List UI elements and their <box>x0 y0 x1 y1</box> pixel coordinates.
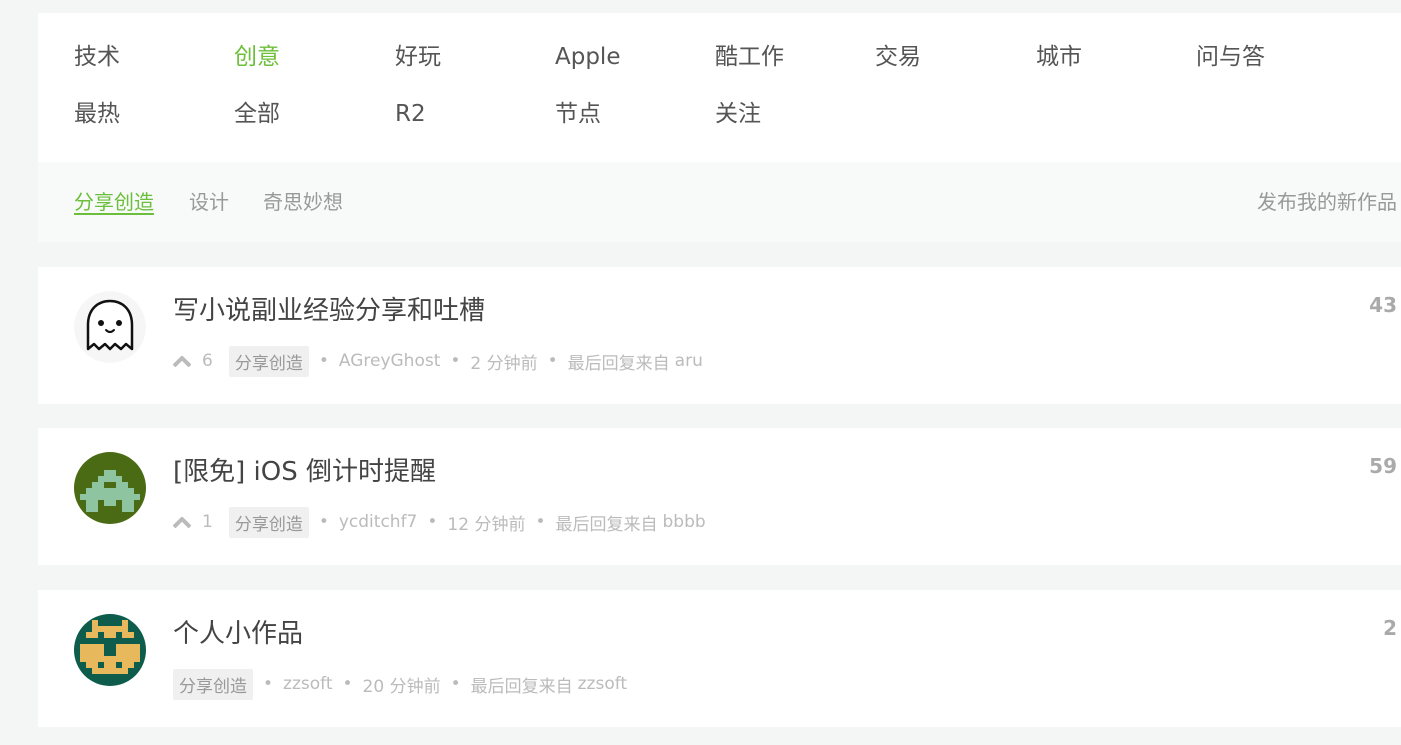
topic-item: 个人小作品 分享创造 • zzsoft • 20 分钟前 • 最后回复来自 zz… <box>38 590 1401 727</box>
pixel-invader-avatar-icon[interactable] <box>74 614 146 686</box>
last-reply-label: 最后回复来自 <box>555 514 658 535</box>
tab-nodes[interactable]: 节点 <box>555 98 601 130</box>
tab-qna[interactable]: 问与答 <box>1196 41 1265 73</box>
topic-title[interactable]: [限免] iOS 倒计时提醒 <box>173 454 436 490</box>
sub-nav: 分享创造 设计 奇思妙想 发布我的新作品 <box>38 162 1401 242</box>
post-time: 12 分钟前 <box>447 514 526 535</box>
topic-meta: 分享创造 • zzsoft • 20 分钟前 • 最后回复来自 zzsoft <box>173 668 627 700</box>
author-link[interactable]: zzsoft <box>283 674 332 694</box>
separator-dot: • <box>547 351 558 371</box>
separator-dot: • <box>318 512 329 532</box>
separator-dot: • <box>318 351 329 371</box>
subnav-item-share-create[interactable]: 分享创造 <box>74 188 154 216</box>
tab-jobs[interactable]: 酷工作 <box>715 41 784 73</box>
post-time: 20 分钟前 <box>362 676 441 697</box>
topic-item: [限免] iOS 倒计时提醒 1 分享创造 • ycditchf7 • 12 分… <box>38 428 1401 565</box>
separator-dot: • <box>263 674 274 694</box>
tab-creative[interactable]: 创意 <box>234 41 280 73</box>
tab-r2[interactable]: R2 <box>395 98 426 130</box>
subnav-item-ideas[interactable]: 奇思妙想 <box>263 188 343 216</box>
author-link[interactable]: AGreyGhost <box>339 351 441 371</box>
post-time: 2 分钟前 <box>470 353 538 374</box>
topic-meta: 1 分享创造 • ycditchf7 • 12 分钟前 • 最后回复来自 bbb… <box>173 506 706 538</box>
pixel-invader-avatar-icon[interactable] <box>74 452 146 524</box>
upvote-icon <box>173 517 191 528</box>
category-nav: 技术 创意 好玩 Apple 酷工作 交易 城市 问与答 最热 全部 R2 节点… <box>38 13 1401 242</box>
last-reply-label: 最后回复来自 <box>567 353 670 374</box>
upvote-icon <box>173 356 191 367</box>
last-reply-user-link[interactable]: zzsoft <box>578 674 627 694</box>
last-reply-user-link[interactable]: bbbb <box>662 512 705 532</box>
topic-title[interactable]: 个人小作品 <box>173 616 303 652</box>
last-reply-label: 最后回复来自 <box>470 676 573 697</box>
publish-new-work-link[interactable]: 发布我的新作品 <box>1257 188 1397 216</box>
separator-dot: • <box>450 674 461 694</box>
separator-dot: • <box>427 512 438 532</box>
topic-meta: 6 分享创造 • AGreyGhost • 2 分钟前 • 最后回复来自 aru <box>173 345 703 377</box>
node-badge[interactable]: 分享创造 <box>228 345 309 377</box>
reply-count[interactable]: 2 <box>1383 616 1397 640</box>
ghost-avatar-icon[interactable] <box>74 291 146 363</box>
tab-following[interactable]: 关注 <box>715 98 761 130</box>
upvote-control[interactable]: 6 <box>173 351 213 371</box>
subnav-item-design[interactable]: 设计 <box>189 188 229 216</box>
topic-item: 写小说副业经验分享和吐槽 6 分享创造 • AGreyGhost • 2 分钟前… <box>38 267 1401 404</box>
tab-tech[interactable]: 技术 <box>74 41 120 73</box>
separator-dot: • <box>535 512 546 532</box>
tab-all[interactable]: 全部 <box>234 98 280 130</box>
tab-hot[interactable]: 最热 <box>74 98 120 130</box>
tab-play[interactable]: 好玩 <box>395 41 441 73</box>
upvote-control[interactable]: 1 <box>173 512 213 532</box>
last-reply-user-link[interactable]: aru <box>675 351 703 371</box>
tab-deals[interactable]: 交易 <box>875 41 921 73</box>
tab-city[interactable]: 城市 <box>1036 41 1082 73</box>
node-badge[interactable]: 分享创造 <box>173 668 253 700</box>
separator-dot: • <box>450 351 461 371</box>
node-badge[interactable]: 分享创造 <box>228 506 309 538</box>
reply-count[interactable]: 43 <box>1369 293 1397 317</box>
author-link[interactable]: ycditchf7 <box>339 512 418 532</box>
reply-count[interactable]: 59 <box>1369 454 1397 478</box>
topic-title[interactable]: 写小说副业经验分享和吐槽 <box>173 293 485 329</box>
vote-count: 1 <box>202 512 213 532</box>
tab-apple[interactable]: Apple <box>555 41 620 73</box>
separator-dot: • <box>342 674 353 694</box>
vote-count: 6 <box>202 351 213 371</box>
